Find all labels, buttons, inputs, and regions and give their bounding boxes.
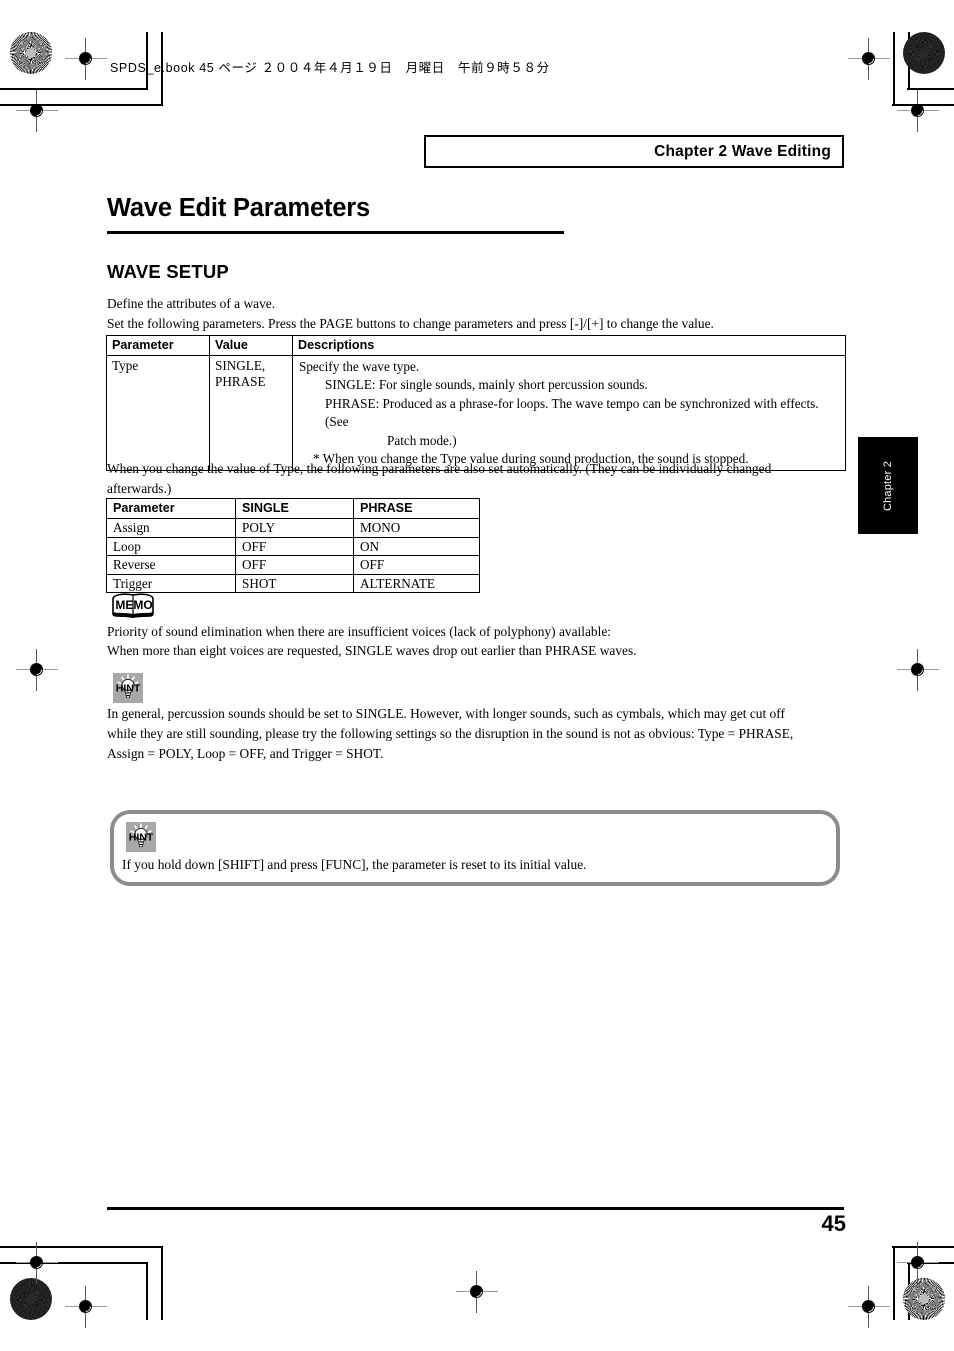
hint-callout-box: [110, 810, 840, 886]
density-patch-top-left: [10, 32, 52, 74]
crop-mark-bottom-left-v: [146, 1262, 148, 1320]
column-header-parameter: Parameter: [106, 335, 210, 356]
registration-mark-bottom-left: [65, 1286, 107, 1328]
chapter-banner-label: Chapter 2 Wave Editing: [654, 142, 831, 160]
crop-mark-top-right-h: [907, 88, 954, 90]
table-row: Type SINGLE, PHRASE Specify the wave typ…: [106, 354, 846, 472]
hint-inline-line-3: Assign = POLY, Loop = OFF, and Trigger =…: [107, 746, 384, 761]
chapter-banner: Chapter 2 Wave Editing: [424, 135, 844, 168]
auto-set-note-line-2: afterwards.): [107, 481, 172, 496]
column-header-phrase: PHRASE: [353, 498, 480, 519]
print-header-filename: SPDS_e.book 45 ページ ２００４年４月１９日 月曜日 午前９時５８…: [110, 61, 550, 75]
footer-rule: [107, 1207, 844, 1211]
density-patch-top-right: [903, 32, 945, 74]
column-header-parameter: Parameter: [106, 498, 236, 519]
cell-parameter: Assign: [106, 518, 236, 538]
cell-parameter: Reverse: [106, 555, 236, 575]
density-patch-bottom-left: [10, 1278, 52, 1320]
desc-phrase: PHRASE: Produced as a phrase-for loops. …: [325, 395, 819, 430]
cell-single: OFF: [235, 536, 354, 556]
type-defaults-table: Parameter SINGLE PHRASE Assign POLY MONO…: [106, 498, 480, 593]
table-row: Trigger SHOT ALTERNATE: [106, 573, 480, 593]
memo-line-1: Priority of sound elimination when there…: [107, 624, 611, 639]
cell-single: OFF: [235, 555, 354, 575]
value-single-line: SINGLE,: [215, 358, 266, 373]
registration-mark-bottom-center: [456, 1271, 498, 1313]
table-header-row: Parameter SINGLE PHRASE: [106, 498, 480, 519]
registration-mark-lower-left: [16, 1242, 58, 1284]
hint-box-icon: HINT: [126, 822, 156, 852]
table-header-row: Parameter Value Descriptions: [106, 335, 846, 356]
column-header-single: SINGLE: [235, 498, 354, 519]
side-chapter-tab-label: Chapter 2: [882, 460, 894, 511]
section-heading: WAVE SETUP: [107, 261, 229, 282]
cell-phrase: ALTERNATE: [353, 573, 480, 593]
page-number: 45: [821, 1211, 846, 1236]
memo-icon: MEMO: [111, 593, 157, 619]
density-patch-bottom-right: [903, 1278, 945, 1320]
column-header-value: Value: [209, 335, 293, 356]
value-phrase-line: PHRASE: [215, 374, 266, 389]
crop-mark-bottom-right-v: [893, 1246, 895, 1320]
memo-line-2: When more than eight voices are requeste…: [107, 643, 637, 658]
table-row: Reverse OFF OFF: [106, 555, 480, 575]
crop-mark-top-right-v: [893, 32, 895, 106]
registration-mark-upper-right: [897, 90, 939, 132]
registration-mark-mid-left: [16, 649, 58, 691]
cell-phrase: OFF: [353, 555, 480, 575]
cell-value-type: SINGLE, PHRASE: [209, 354, 293, 472]
hint-icon: HINT: [113, 673, 143, 703]
registration-mark-upper-left: [16, 90, 58, 132]
registration-mark-top-right: [848, 38, 890, 80]
cell-single: SHOT: [235, 573, 354, 593]
hint-box-text: If you hold down [SHIFT] and press [FUNC…: [122, 857, 587, 872]
side-chapter-tab: Chapter 2: [858, 437, 918, 534]
desc-phrase-cont: Patch mode.): [387, 432, 457, 448]
cell-parameter: Trigger: [106, 573, 236, 593]
table-row: Loop OFF ON: [106, 536, 480, 556]
cell-phrase: ON: [353, 536, 480, 556]
table-row: Assign POLY MONO: [106, 518, 480, 538]
page-title-rule: [107, 231, 564, 235]
hint-inline-line-2: while they are still sounding, please tr…: [107, 726, 794, 741]
intro-line-2: Set the following parameters. Press the …: [107, 316, 714, 331]
svg-text:MEMO: MEMO: [115, 598, 152, 612]
hint-inline-line-1: In general, percussion sounds should be …: [107, 706, 785, 721]
wave-setup-parameter-table: Parameter Value Descriptions Type SINGLE…: [106, 335, 846, 472]
svg-text:HINT: HINT: [129, 832, 154, 844]
cell-parameter-type: Type: [106, 354, 210, 472]
auto-set-note-line-1: When you change the value of Type, the f…: [107, 461, 772, 476]
registration-mark-mid-right: [897, 649, 939, 691]
cell-description-type: Specify the wave type. SINGLE: For singl…: [292, 354, 846, 472]
cell-phrase: MONO: [353, 518, 480, 538]
desc-single: SINGLE: For single sounds, mainly short …: [325, 377, 648, 393]
crop-mark-top-left-h: [0, 88, 148, 90]
column-header-descriptions: Descriptions: [292, 335, 846, 356]
cell-parameter: Loop: [106, 536, 236, 556]
registration-mark-lower-right: [897, 1242, 939, 1284]
intro-line-1: Define the attributes of a wave.: [107, 296, 276, 311]
desc-intro: Specify the wave type.: [299, 359, 420, 374]
registration-mark-top-left: [65, 38, 107, 80]
page-title: Wave Edit Parameters: [107, 194, 370, 222]
cell-single: POLY: [235, 518, 354, 538]
svg-text:HINT: HINT: [116, 683, 141, 695]
crop-mark-bottom-left-v2: [161, 1246, 163, 1320]
registration-mark-bottom-right: [848, 1286, 890, 1328]
